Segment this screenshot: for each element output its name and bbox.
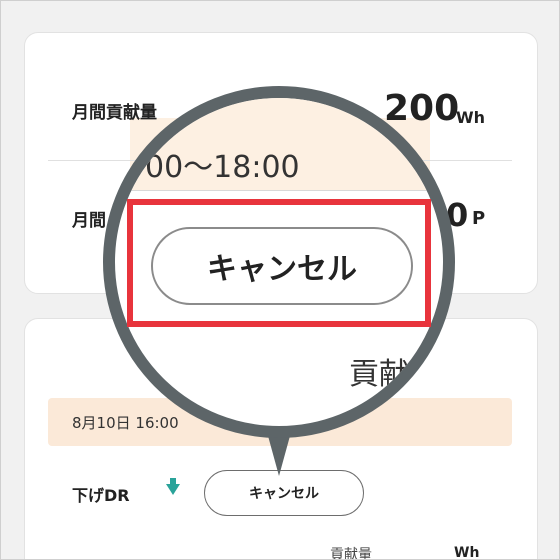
magnifier-lens: 00〜18:00 キャンセル 貢献: [103, 86, 455, 438]
magnified-time-range: 00〜18:00: [145, 150, 300, 185]
monthly-contribution-unit: Wh: [456, 108, 486, 127]
magnified-divider: [115, 190, 443, 191]
dr-type-label: 下げDR: [72, 486, 130, 505]
magnified-contribution-label: 貢献: [349, 357, 409, 392]
cancel-button[interactable]: キャンセル: [204, 470, 364, 516]
magnified-cancel-button: キャンセル: [151, 227, 413, 305]
contribution-unit: Wh: [454, 545, 480, 560]
monthly-points-label: 月間: [72, 211, 106, 231]
down-arrow-icon: [166, 478, 180, 495]
monthly-points-unit: P: [472, 208, 486, 229]
contribution-label: 貢献量: [330, 547, 372, 560]
